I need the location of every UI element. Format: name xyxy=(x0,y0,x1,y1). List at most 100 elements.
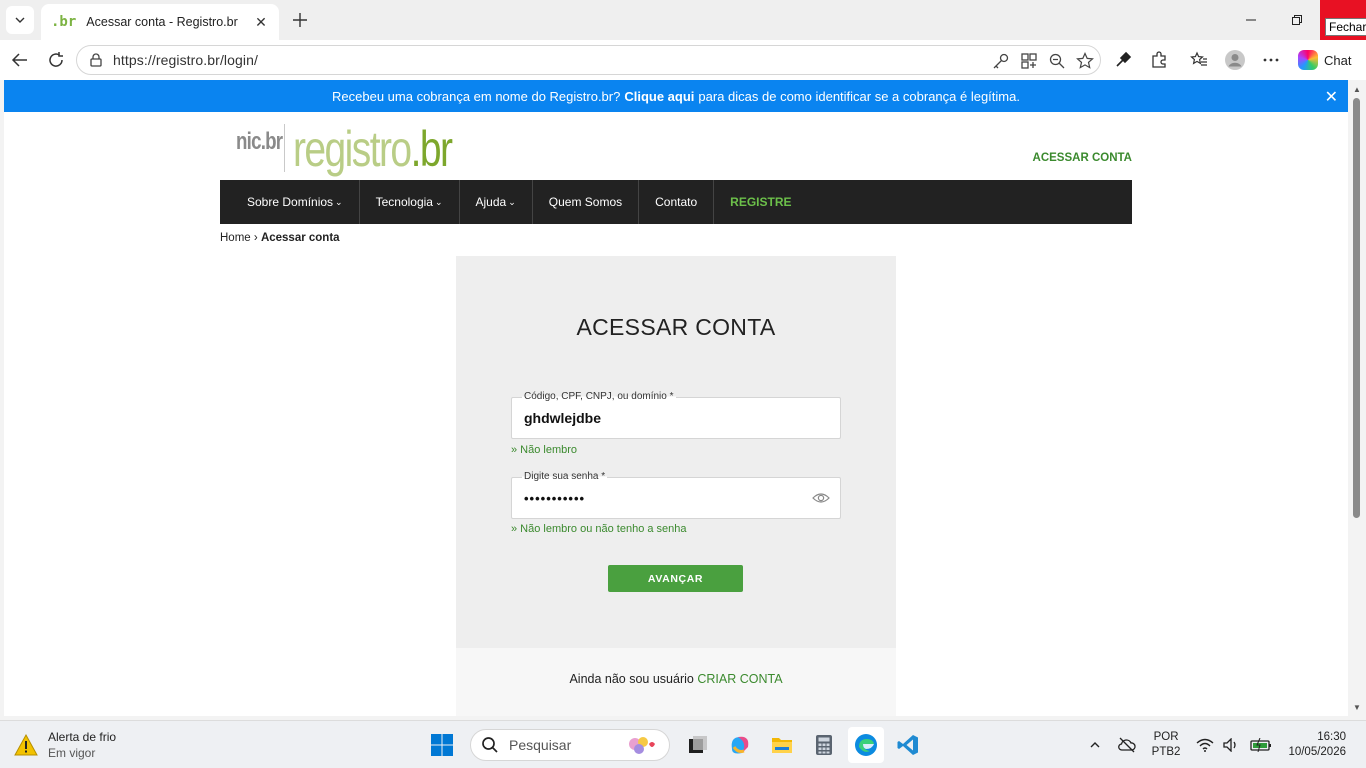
copilot-app[interactable] xyxy=(722,727,758,763)
breadcrumb-home[interactable]: Home xyxy=(220,232,251,244)
password-field-label: Digite sua senha * xyxy=(522,471,608,482)
reload-button[interactable] xyxy=(44,48,68,72)
chevron-down-icon: ⌄ xyxy=(335,196,343,207)
language-indicator[interactable]: POR PTB2 xyxy=(1152,730,1181,760)
favorites-icon[interactable] xyxy=(1188,49,1210,71)
key-icon[interactable] xyxy=(990,50,1012,72)
flowers-icon xyxy=(629,737,655,754)
site-logo[interactable]: nic.br registro.br xyxy=(236,122,496,174)
edge-app[interactable] xyxy=(848,727,884,763)
favorite-star-icon[interactable] xyxy=(1074,50,1096,72)
apps-icon[interactable] xyxy=(1018,50,1040,72)
minimize-button[interactable] xyxy=(1228,0,1274,40)
logo-separator xyxy=(284,124,285,172)
main-navigation: Sobre Domínios ⌄ Tecnologia ⌄ Ajuda ⌄ Quem … xyxy=(220,180,1132,224)
nav-ajuda[interactable]: Ajuda ⌄ xyxy=(460,180,533,224)
copilot-app-icon xyxy=(731,736,749,754)
start-button[interactable] xyxy=(424,727,460,763)
arrow-left-icon xyxy=(11,53,27,67)
nav-registre[interactable]: REGISTRE xyxy=(714,180,807,224)
search-icon xyxy=(482,737,498,753)
logo-main-text: registro xyxy=(293,121,412,177)
back-button[interactable] xyxy=(8,48,32,72)
system-tray: POR PTB2 16:30 10/05/2026 xyxy=(1082,721,1366,768)
battery-icon[interactable] xyxy=(1248,732,1274,758)
password-field[interactable]: Digite sua senha * ••••••••••• xyxy=(511,471,841,519)
notice-banner: Recebeu uma cobrança em nome do Registro… xyxy=(4,80,1348,112)
scroll-thumb[interactable] xyxy=(1353,98,1360,518)
banner-link[interactable]: Clique aqui xyxy=(624,89,694,104)
search-placeholder: Pesquisar xyxy=(509,737,572,753)
folder-icon xyxy=(772,738,792,753)
volume-icon[interactable] xyxy=(1218,732,1244,758)
submit-button[interactable]: AVANÇAR xyxy=(608,565,743,592)
nav-label: Ajuda xyxy=(475,195,507,209)
scroll-down-icon[interactable]: ▼ xyxy=(1352,702,1362,712)
language-code: POR xyxy=(1153,731,1179,743)
restore-button[interactable] xyxy=(1274,0,1320,40)
edge-icon xyxy=(855,734,877,756)
nav-label: Sobre Domínios xyxy=(247,195,334,209)
vscode-app[interactable] xyxy=(890,727,926,763)
url-text: https://registro.br/login/ xyxy=(113,52,258,68)
breadcrumb-separator: › xyxy=(253,232,258,244)
warning-icon xyxy=(14,734,38,756)
user-field-label: Código, CPF, CNPJ, ou domínio * xyxy=(522,391,676,402)
show-hidden-icons-chevron-up-icon[interactable] xyxy=(1082,732,1108,758)
nav-quem-somos[interactable]: Quem Somos xyxy=(533,180,640,224)
weather-title: Alerta de frio xyxy=(48,730,117,744)
close-icon[interactable]: ✕ xyxy=(1325,87,1338,107)
show-password-eye-icon[interactable] xyxy=(812,490,830,506)
new-tab-button[interactable] xyxy=(288,8,312,32)
task-view-icon xyxy=(689,736,707,753)
header-account-link[interactable]: ACESSAR CONTA xyxy=(1033,152,1132,164)
address-bar[interactable]: https://registro.br/login/ xyxy=(76,45,1101,75)
browser-tab-bar: .br Acessar conta - Registro.br ✕ Fechar xyxy=(0,0,1366,40)
forgot-user-link[interactable]: » Não lembro xyxy=(511,444,577,456)
zoom-icon[interactable] xyxy=(1046,50,1068,72)
task-view-button[interactable] xyxy=(680,727,716,763)
profile-avatar[interactable] xyxy=(1224,49,1246,71)
file-explorer-app[interactable] xyxy=(764,727,800,763)
create-account-link[interactable]: CRIAR CONTA xyxy=(697,672,782,686)
signup-prompt: Ainda não sou usuário xyxy=(569,672,694,686)
nav-contato[interactable]: Contato xyxy=(639,180,715,224)
windows-taskbar: Alerta de frio Em vigor Pesquisar POR PT… xyxy=(0,720,1366,768)
tab-actions-button[interactable] xyxy=(6,6,34,34)
chevron-down-icon: ⌄ xyxy=(434,196,443,207)
weather-widget[interactable]: Alerta de frio Em vigor xyxy=(14,729,116,761)
chevron-down-icon xyxy=(15,17,25,23)
tab-title: Acessar conta - Registro.br xyxy=(86,15,238,29)
login-title: ACESSAR CONTA xyxy=(576,314,776,340)
eyedropper-icon[interactable] xyxy=(1112,49,1134,71)
nav-sobre-dominios[interactable]: Sobre Domínios ⌄ xyxy=(220,180,360,224)
scroll-up-icon[interactable]: ▲ xyxy=(1352,84,1362,94)
clock[interactable]: 16:30 10/05/2026 xyxy=(1288,730,1346,760)
logo-nic: nic.br xyxy=(236,128,283,155)
logo-tld-text: .br xyxy=(410,121,453,177)
close-tab-icon[interactable]: ✕ xyxy=(253,14,269,31)
password-field-value: ••••••••••• xyxy=(524,491,586,506)
browser-tab-active[interactable]: .br Acessar conta - Registro.br ✕ xyxy=(41,4,279,40)
cloud-off-icon[interactable] xyxy=(1114,732,1140,758)
breadcrumb: Home › Acessar conta xyxy=(220,232,340,244)
nav-label: Contato xyxy=(655,195,698,209)
extensions-icon[interactable] xyxy=(1148,49,1170,71)
favicon: .br xyxy=(51,14,77,30)
copilot-icon xyxy=(1298,50,1318,70)
more-options-icon[interactable] xyxy=(1260,49,1282,71)
wifi-icon[interactable] xyxy=(1192,732,1218,758)
plus-icon xyxy=(293,13,307,27)
nav-tecnologia[interactable]: Tecnologia ⌄ xyxy=(360,180,460,224)
page-scrollbar[interactable]: ▲ ▼ xyxy=(1348,80,1366,716)
clock-date: 10/05/2026 xyxy=(1288,746,1346,758)
banner-text-before: Recebeu uma cobrança em nome do Registro… xyxy=(332,88,621,104)
user-field[interactable]: Código, CPF, CNPJ, ou domínio * ghdwlejd… xyxy=(511,391,841,439)
forgot-password-link[interactable]: » Não lembro ou não tenho a senha xyxy=(511,523,687,535)
taskbar-search[interactable]: Pesquisar xyxy=(470,729,670,761)
chat-label: Chat xyxy=(1324,52,1352,68)
copilot-chat-button[interactable]: Chat xyxy=(1294,46,1358,74)
calculator-icon xyxy=(816,735,832,755)
reload-icon xyxy=(49,52,63,67)
calculator-app[interactable] xyxy=(806,727,842,763)
